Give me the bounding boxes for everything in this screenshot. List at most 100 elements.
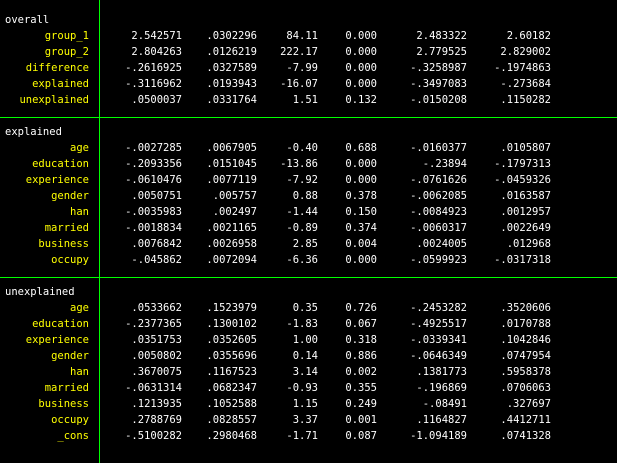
table-cell: .0151045: [206, 158, 257, 170]
table-row: gender .0050751 .005757 0.88 0.378 -.0062085.…: [0, 188, 617, 204]
table-cell: 0.378: [345, 190, 377, 202]
table-cell: -.3497083: [410, 78, 467, 90]
table-cell: -7.92: [286, 174, 318, 186]
table-cell: .0500037: [131, 94, 182, 106]
table-cell: .0024005: [416, 238, 467, 250]
table-cell: .1042846: [500, 334, 551, 346]
table-cell: -.2093356: [125, 158, 182, 170]
table-cell: .1523979: [206, 302, 257, 314]
table-cell: 0.000: [345, 254, 377, 266]
table-cell: -.0062085: [410, 190, 467, 202]
table-cell: -1.44: [286, 206, 318, 218]
row-label: difference: [25, 62, 89, 74]
table-cell: 2.804263: [131, 46, 182, 58]
row-label: married: [44, 222, 89, 234]
table-cell: -.0761626: [410, 174, 467, 186]
table-cell: -.3258987: [410, 62, 467, 74]
table-cell: 0.000: [345, 62, 377, 74]
row-label: occupy: [51, 254, 89, 266]
row-label: _cons: [57, 430, 89, 442]
table-cell: .0067905: [206, 142, 257, 154]
row-label: gender: [51, 350, 89, 362]
table-cell: 1.00: [292, 334, 318, 346]
table-cell: .0828557: [206, 414, 257, 426]
table-cell: 0.150: [345, 206, 377, 218]
table-cell: -1.094189: [410, 430, 467, 442]
table-row: _cons -.5100282 .2980468 -1.71 0.087 -1.09418…: [0, 428, 617, 444]
row-label: experience: [25, 174, 89, 186]
table-cell: 2.60182: [506, 30, 551, 42]
table-cell: -.273684: [500, 78, 551, 90]
table-cell: .0072094: [206, 254, 257, 266]
table-row: education -.2093356 .0151045 -13.86 0.000 -.2…: [0, 156, 617, 172]
table-cell: 0.000: [345, 158, 377, 170]
row-label: unexplained: [19, 94, 89, 106]
table-cell: .0351753: [131, 334, 182, 346]
row-label: han: [70, 366, 89, 378]
row-label: education: [32, 318, 89, 330]
table-cell: .0352605: [206, 334, 257, 346]
table-cell: -0.89: [286, 222, 318, 234]
table-cell: .1052588: [206, 398, 257, 410]
table-cell: 0.14: [292, 350, 318, 362]
table-cell: .0077119: [206, 174, 257, 186]
table-cell: 0.88: [292, 190, 318, 202]
table-cell: 0.249: [345, 398, 377, 410]
table-cell: .0331764: [206, 94, 257, 106]
table-cell: 0.000: [345, 30, 377, 42]
row-label: group_1: [44, 30, 89, 42]
table-row: age .0533662 .1523979 0.35 0.726 -.2453282 .35…: [0, 300, 617, 316]
table-cell: .1164827: [416, 414, 467, 426]
table-cell: 0.726: [345, 302, 377, 314]
table-cell: -6.36: [286, 254, 318, 266]
table-cell: -.0035983: [125, 206, 182, 218]
row-label: explained: [32, 78, 89, 90]
table-cell: .0163587: [500, 190, 551, 202]
table-cell: .2980468: [206, 430, 257, 442]
table-cell: -.3116962: [125, 78, 182, 90]
table-cell: 0.886: [345, 350, 377, 362]
table-cell: .2788769: [131, 414, 182, 426]
table-cell: 0.355: [345, 382, 377, 394]
table-cell: 0.000: [345, 78, 377, 90]
table-cell: 1.15: [292, 398, 318, 410]
table-cell: .005757: [212, 190, 257, 202]
table-cell: -.1974863: [494, 62, 551, 74]
table-cell: -.0160377: [410, 142, 467, 154]
table-cell: .0026958: [206, 238, 257, 250]
table-cell: -.0150208: [410, 94, 467, 106]
table-cell: .0021165: [206, 222, 257, 234]
table-cell: -1.71: [286, 430, 318, 442]
row-label: group_2: [44, 46, 89, 58]
table-cell: -7.99: [286, 62, 318, 74]
row-label: education: [32, 158, 89, 170]
table-cell: .3520606: [500, 302, 551, 314]
table-cell: -.2377365: [125, 318, 182, 330]
table-cell: -.5100282: [125, 430, 182, 442]
table-cell: .1300102: [206, 318, 257, 330]
table-cell: .012968: [506, 238, 551, 250]
table-cell: 0.002: [345, 366, 377, 378]
row-label: age: [70, 142, 89, 154]
table-row: explained -.3116962 .0193943 -16.07 0.000 -.3…: [0, 76, 617, 92]
table-cell: .0050802: [131, 350, 182, 362]
table-cell: -.2453282: [410, 302, 467, 314]
table-cell: -.0027285: [125, 142, 182, 154]
table-cell: 3.14: [292, 366, 318, 378]
table-cell: 2.483322: [416, 30, 467, 42]
table-row: business .1213935 .1052588 1.15 0.249 -.08491…: [0, 396, 617, 412]
table-cell: 0.004: [345, 238, 377, 250]
table-cell: 2.779525: [416, 46, 467, 58]
table-cell: .0302296: [206, 30, 257, 42]
table-cell: -.0631314: [125, 382, 182, 394]
table-cell: 0.000: [345, 174, 377, 186]
table-cell: .327697: [506, 398, 551, 410]
table-row: married -.0631314 .0682347 -0.93 0.355 -.1968…: [0, 380, 617, 396]
table-cell: .0533662: [131, 302, 182, 314]
table-cell: 222.17: [280, 46, 318, 58]
table-cell: -16.07: [280, 78, 318, 90]
table-cell: .4412711: [500, 414, 551, 426]
table-cell: 2.829002: [500, 46, 551, 58]
table-cell: -.0084923: [410, 206, 467, 218]
row-label: han: [70, 206, 89, 218]
